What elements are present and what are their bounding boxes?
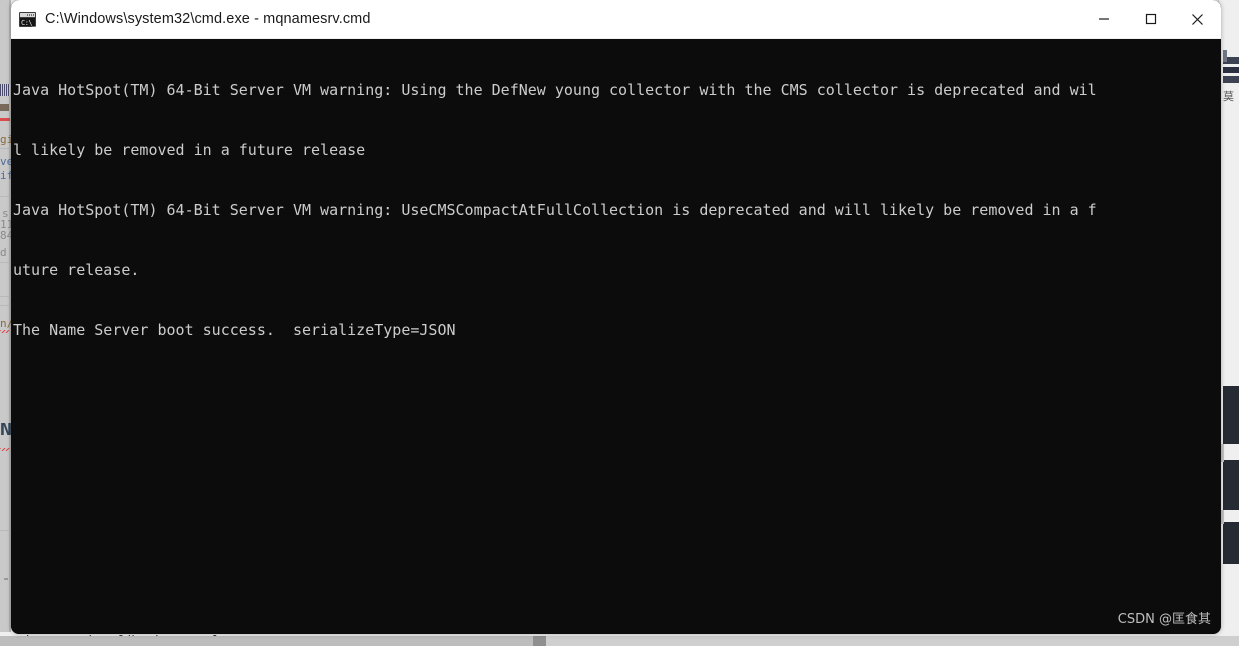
background-icon: [0, 84, 10, 96]
console-line: Java HotSpot(TM) 64-Bit Server VM warnin…: [13, 81, 1097, 99]
background-panel-block: [1223, 460, 1239, 510]
console-line: Java HotSpot(TM) 64-Bit Server VM warnin…: [13, 201, 1097, 219]
console-line: l likely be removed in a future release: [13, 141, 366, 159]
background-text-fragment: d: [0, 247, 7, 259]
background-separator: [0, 148, 10, 149]
cmd-icon: C:\_: [19, 11, 36, 27]
window-controls[interactable]: [1080, 0, 1221, 38]
minimize-button[interactable]: [1080, 0, 1127, 38]
maximize-icon: [1145, 13, 1156, 25]
background-dash: [4, 578, 8, 580]
background-panel-block: [1223, 522, 1239, 564]
console-output-area[interactable]: Java HotSpot(TM) 64-Bit Server VM warnin…: [11, 39, 1221, 634]
close-button[interactable]: [1174, 0, 1221, 38]
watermark: CSDN @匡食其: [1117, 612, 1211, 627]
cmd-icon-prompt: C:\_: [21, 18, 36, 27]
background-separator: [0, 196, 10, 197]
background-separator: [0, 262, 10, 263]
background-panel-block: [1223, 386, 1239, 444]
cmd-console-window[interactable]: C:\_ C:\Windows\system32\cmd.exe - mqnam…: [11, 0, 1221, 634]
background-panel-bar: [1223, 76, 1239, 83]
title-bar[interactable]: C:\_ C:\Windows\system32\cmd.exe - mqnam…: [11, 0, 1221, 39]
background-panel-bar: [1223, 67, 1239, 73]
error-squiggle: [0, 448, 10, 451]
error-marker: [0, 118, 10, 121]
background-cjk-label: 莫: [1223, 90, 1234, 103]
background-horizontal-scroll-thumb[interactable]: [0, 636, 533, 646]
background-separator: [0, 296, 10, 297]
console-line: uture release.: [13, 261, 140, 279]
background-panel-bar: [1223, 50, 1227, 62]
error-squiggle: [0, 330, 9, 333]
background-scroll-grip[interactable]: [533, 636, 546, 646]
maximize-button[interactable]: [1127, 0, 1174, 38]
minimize-icon: [1098, 18, 1109, 20]
console-text: Java HotSpot(TM) 64-Bit Server VM warnin…: [11, 39, 1221, 380]
console-line: The Name Server boot success. serializeT…: [13, 321, 456, 339]
window-title: C:\Windows\system32\cmd.exe - mqnamesrv.…: [45, 11, 371, 27]
background-icon: [0, 104, 9, 111]
background-separator: [0, 530, 10, 531]
background-separator: [0, 305, 10, 306]
close-icon: [1192, 13, 1203, 25]
